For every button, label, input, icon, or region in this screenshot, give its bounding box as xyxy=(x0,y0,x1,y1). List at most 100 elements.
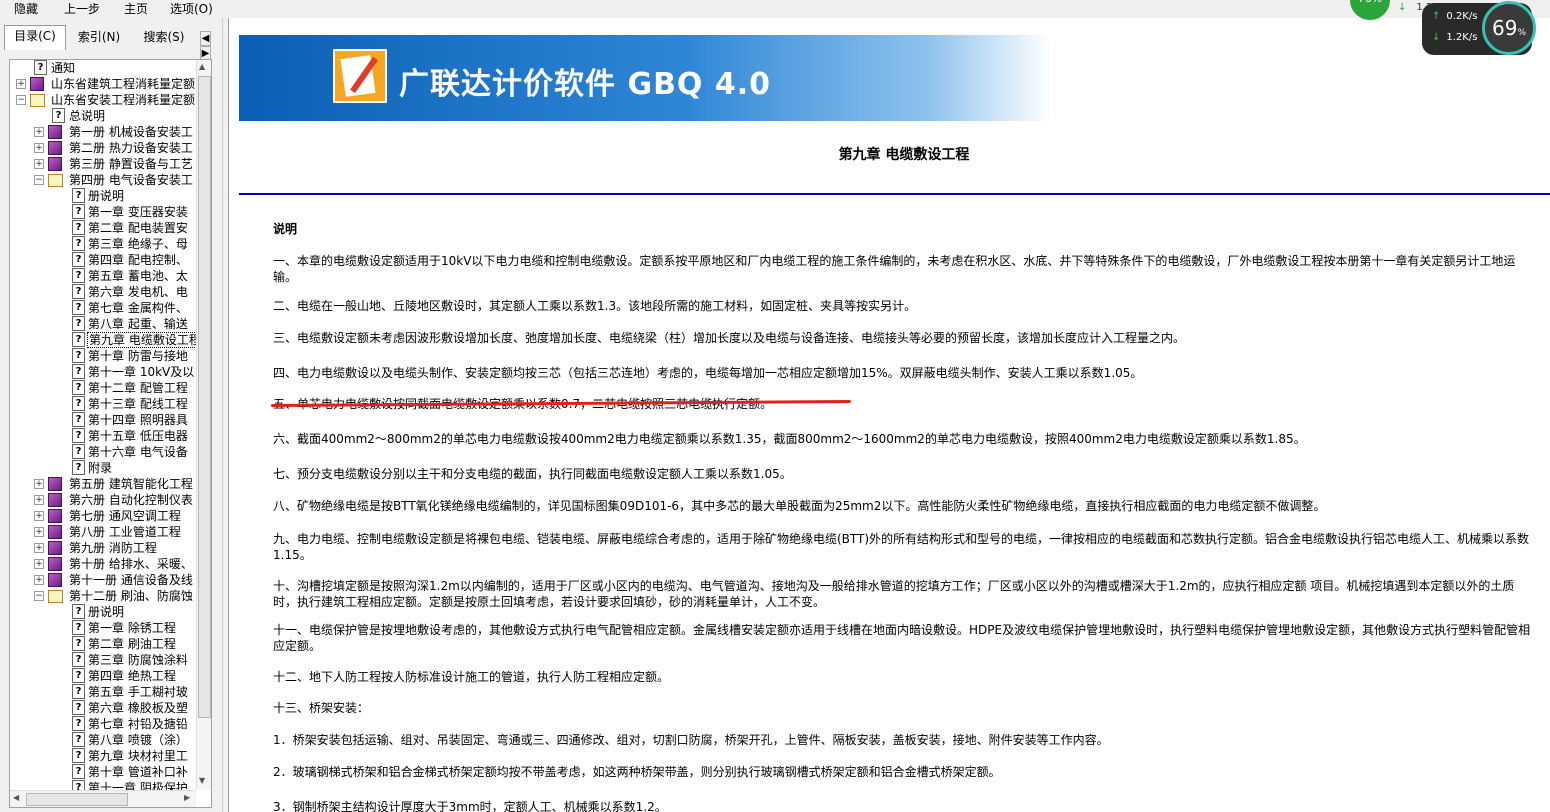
tree-item[interactable]: + 第一册 机械设备安装工 xyxy=(10,124,196,140)
back-button[interactable]: 上一步 xyxy=(64,1,100,17)
scroll-down-icon[interactable]: ▼ xyxy=(199,776,205,785)
expand-icon[interactable]: + xyxy=(34,159,44,169)
options-menu[interactable]: 选项(O) xyxy=(170,1,213,17)
open-book-icon xyxy=(48,174,63,187)
home-button[interactable]: 主页 xyxy=(124,1,148,17)
expand-icon[interactable]: + xyxy=(34,527,44,537)
tab-scroll-arrows[interactable]: ◀▶ xyxy=(200,31,220,61)
scroll-left-icon[interactable]: ◀ xyxy=(13,793,19,802)
tree-item[interactable]: + 第八册 工业管道工程 xyxy=(10,524,196,540)
tree-item-label: 第五章 蓄电池、太 xyxy=(88,269,188,283)
question-page-icon: ? xyxy=(72,732,85,747)
contents-tree[interactable]: ? 通知 + 山东省建筑工程消耗量定额 − 山东省安装工程消耗量定额? 总说明 + 第一册 机械… xyxy=(9,59,212,808)
expand-icon[interactable]: + xyxy=(16,79,26,89)
tree-item[interactable]: ? 第十二章 配管工程 xyxy=(10,380,196,396)
tree-item[interactable]: ? 第十章 管道补口补 xyxy=(10,764,196,780)
h-scroll-thumb[interactable] xyxy=(26,793,128,806)
expand-icon[interactable]: + xyxy=(34,543,44,553)
tree-item[interactable]: ? 第五章 蓄电池、太 xyxy=(10,268,196,284)
tree-item-label: 第九册 消防工程 xyxy=(69,541,157,555)
tree-item-label: 第四册 电气设备安装工 xyxy=(69,173,193,187)
tree-item[interactable]: ? 第四章 绝热工程 xyxy=(10,668,196,684)
tree-item[interactable]: ? 第三章 绝缘子、母 xyxy=(10,236,196,252)
download-speed: ↓ 1.2K/s xyxy=(1432,32,1477,43)
tree-item[interactable]: ? 第十一章 10kV及以 xyxy=(10,364,196,380)
tree-item[interactable]: + 第三册 静置设备与工艺 xyxy=(10,156,196,172)
tree-item[interactable]: ? 总说明 xyxy=(10,108,196,124)
collapse-icon[interactable]: − xyxy=(16,95,26,105)
closed-book-icon xyxy=(48,573,62,587)
tree-item[interactable]: ? 第二章 配电装置安 xyxy=(10,220,196,236)
tree-item[interactable]: ? 第十六章 电气设备 xyxy=(10,444,196,460)
tree-item[interactable]: ? 第四章 配电控制、 xyxy=(10,252,196,268)
tree-item[interactable]: ? 第六章 发电机、电 xyxy=(10,284,196,300)
tree-item[interactable]: ? 第八章 喷镀（涂） xyxy=(10,732,196,748)
tree-item[interactable]: ? 第七章 金属构件、 xyxy=(10,300,196,316)
scroll-up-icon[interactable]: ▲ xyxy=(199,62,205,71)
tree-item[interactable]: + 第七册 通风空调工程 xyxy=(10,508,196,524)
tree-item[interactable]: ? 第八章 起重、输送 xyxy=(10,316,196,332)
tab-index[interactable]: 索引(N) xyxy=(68,27,130,47)
tree-item-label: 附录 xyxy=(88,461,113,475)
tree-item-label: 第十六章 电气设备 xyxy=(88,445,188,459)
expand-icon[interactable]: + xyxy=(34,479,44,489)
tree-item[interactable]: ? 第三章 防腐蚀涂料 xyxy=(10,652,196,668)
tree-item-label: 通知 xyxy=(51,61,76,75)
expand-icon[interactable]: + xyxy=(34,575,44,585)
tree-item[interactable]: + 第十一册 通信设备及线 xyxy=(10,572,196,588)
expand-icon[interactable]: + xyxy=(34,143,44,153)
tree-item[interactable]: + 第六册 自动化控制仪表 xyxy=(10,492,196,508)
tab-search[interactable]: 搜索(S) xyxy=(132,27,196,47)
tree-item[interactable]: ? 册说明 xyxy=(10,188,196,204)
tree-item[interactable]: ? 第七章 衬铅及搪铅 xyxy=(10,716,196,732)
tree-item-label: 第四章 绝热工程 xyxy=(88,669,176,683)
tree-item[interactable]: ? 第十三章 配线工程 xyxy=(10,396,196,412)
expand-icon[interactable]: + xyxy=(34,559,44,569)
tree-item[interactable]: ? 第一章 除锈工程 xyxy=(10,620,196,636)
tree-item[interactable]: + 第九册 消防工程 xyxy=(10,540,196,556)
tab-scroll-left-icon[interactable]: ◀ xyxy=(200,31,211,46)
tree-item[interactable]: − 第四册 电气设备安装工 xyxy=(10,172,196,188)
tree-item[interactable]: ? 第十一章 阴极保护 xyxy=(10,780,196,790)
tree-item[interactable]: + 第二册 热力设备安装工 xyxy=(10,140,196,156)
tree-vertical-scrollbar[interactable]: ▲ ▼ xyxy=(196,60,211,790)
expand-icon[interactable]: + xyxy=(34,127,44,137)
tree-item-label: 第七章 金属构件、 xyxy=(88,301,188,315)
tree-item[interactable]: ? 册说明 xyxy=(10,604,196,620)
scroll-right-icon[interactable]: ▶ xyxy=(184,793,190,802)
product-banner: 广联达计价软件 GBQ 4.0 xyxy=(239,35,1051,121)
tree-item[interactable]: ? 通知 xyxy=(10,60,196,76)
tree-item[interactable]: + 第五册 建筑智能化工程 xyxy=(10,476,196,492)
tree-item[interactable]: − 山东省安装工程消耗量定额 xyxy=(10,92,196,108)
question-page-icon: ? xyxy=(34,60,47,75)
paragraph: 3．钢制桥架主结构设计厚度大于3mm时，定额人工、机械乘以系数1.2。 xyxy=(273,800,667,812)
tree-item[interactable]: ? 第九章 块材衬里工 xyxy=(10,748,196,764)
scroll-thumb[interactable] xyxy=(198,76,211,718)
closed-book-icon xyxy=(48,157,62,171)
tree-item[interactable]: ? 第六章 橡胶板及塑 xyxy=(10,700,196,716)
tree-horizontal-scrollbar[interactable]: ◀ ▶ xyxy=(10,790,196,807)
tree-item-label: 第一册 机械设备安装工 xyxy=(69,125,193,139)
tree-item[interactable]: − 第十二册 刷油、防腐蚀 xyxy=(10,588,196,604)
tree-item[interactable]: ? 第十章 防雷与接地 xyxy=(10,348,196,364)
expand-icon[interactable]: + xyxy=(34,511,44,521)
collapse-icon[interactable]: − xyxy=(34,175,44,185)
closed-book-icon xyxy=(48,125,62,139)
tree-item[interactable]: ? 附录 xyxy=(10,460,196,476)
tree-item[interactable]: ? 第十四章 照明器具 xyxy=(10,412,196,428)
tree-item[interactable]: ? 第一章 变压器安装 xyxy=(10,204,196,220)
tree-item[interactable]: ? 第五章 手工糊衬玻 xyxy=(10,684,196,700)
tree-item-label: 第八册 工业管道工程 xyxy=(69,525,181,539)
tree-item[interactable]: + 山东省建筑工程消耗量定额 xyxy=(10,76,196,92)
question-page-icon: ? xyxy=(72,364,85,379)
tree-item[interactable]: ? 第十五章 低压电器 xyxy=(10,428,196,444)
expand-icon[interactable]: + xyxy=(34,495,44,505)
hide-button[interactable]: 隐藏 xyxy=(14,1,38,17)
tab-contents[interactable]: 目录(C) xyxy=(4,25,66,50)
tree-item[interactable]: ? 第二章 刷油工程 xyxy=(10,636,196,652)
tree-item[interactable]: ? 第九章 电缆敷设工程 xyxy=(10,332,196,348)
cpu-gauge[interactable]: 69% xyxy=(1482,1,1536,55)
navigation-pane: 目录(C) 索引(N) 搜索(S) ◀▶ ? 通知 + 山东省建筑工程消耗量定额 − 山东… xyxy=(0,18,222,812)
collapse-icon[interactable]: − xyxy=(34,591,44,601)
tree-item[interactable]: + 第十册 给排水、采暖、 xyxy=(10,556,196,572)
